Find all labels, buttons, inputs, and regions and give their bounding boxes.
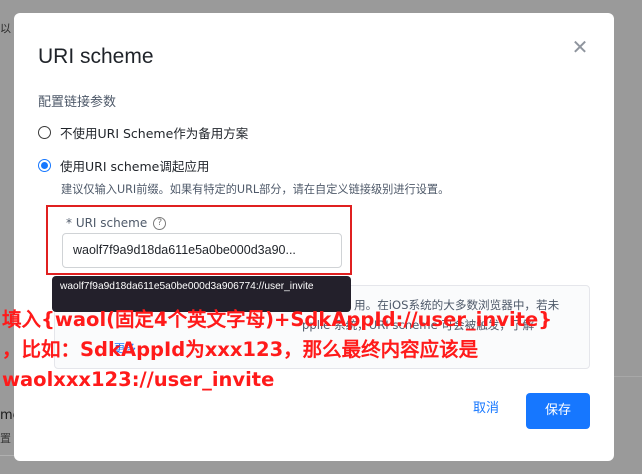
radio-label: 不使用URI Scheme作为备用方案 — [60, 125, 249, 141]
radio-label: 使用URI scheme调起应用 — [60, 158, 210, 174]
annotation-line: ，比如：SdkAppId为xxx123，那么最终内容应该是 — [2, 338, 479, 361]
radio-option-no-uri-scheme[interactable]: 不使用URI Scheme作为备用方案 — [38, 123, 248, 141]
radio-button-checked[interactable] — [38, 158, 51, 172]
instruction-annotation: 填入{waol(固定4个英文字母)+SdkAppId://user_invite… — [2, 305, 638, 395]
radio-button[interactable] — [38, 125, 51, 139]
hint-text: 建议仅输入URI前缀。如果有特定的URL部分，请在自定义链接级别进行设置。 — [61, 183, 450, 196]
save-button[interactable]: 保存 — [526, 393, 590, 429]
question-circle-icon[interactable]: ? — [153, 216, 167, 230]
field-label-text: * URI scheme — [66, 216, 148, 230]
section-label: 配置链接参数 — [38, 95, 117, 110]
uri-scheme-input[interactable]: waolf7f9a9d18da611e5a0be000d3a90... — [62, 233, 342, 268]
annotation-line: waolxxx123://user_invite — [2, 368, 275, 391]
annotation-line: 填入{waol(固定4个英文字母)+SdkAppId://user_invite… — [2, 308, 553, 331]
background-text-fragment: 以 — [0, 22, 11, 35]
cancel-button[interactable]: 取消 — [466, 394, 506, 424]
dialog-title: URI scheme — [38, 45, 154, 68]
radio-option-use-uri-scheme[interactable]: 使用URI scheme调起应用 — [38, 156, 209, 174]
background-text-fragment: 置 — [0, 432, 11, 445]
close-icon[interactable]: ✕ — [570, 37, 590, 57]
field-label: * URI scheme ? — [66, 216, 167, 230]
